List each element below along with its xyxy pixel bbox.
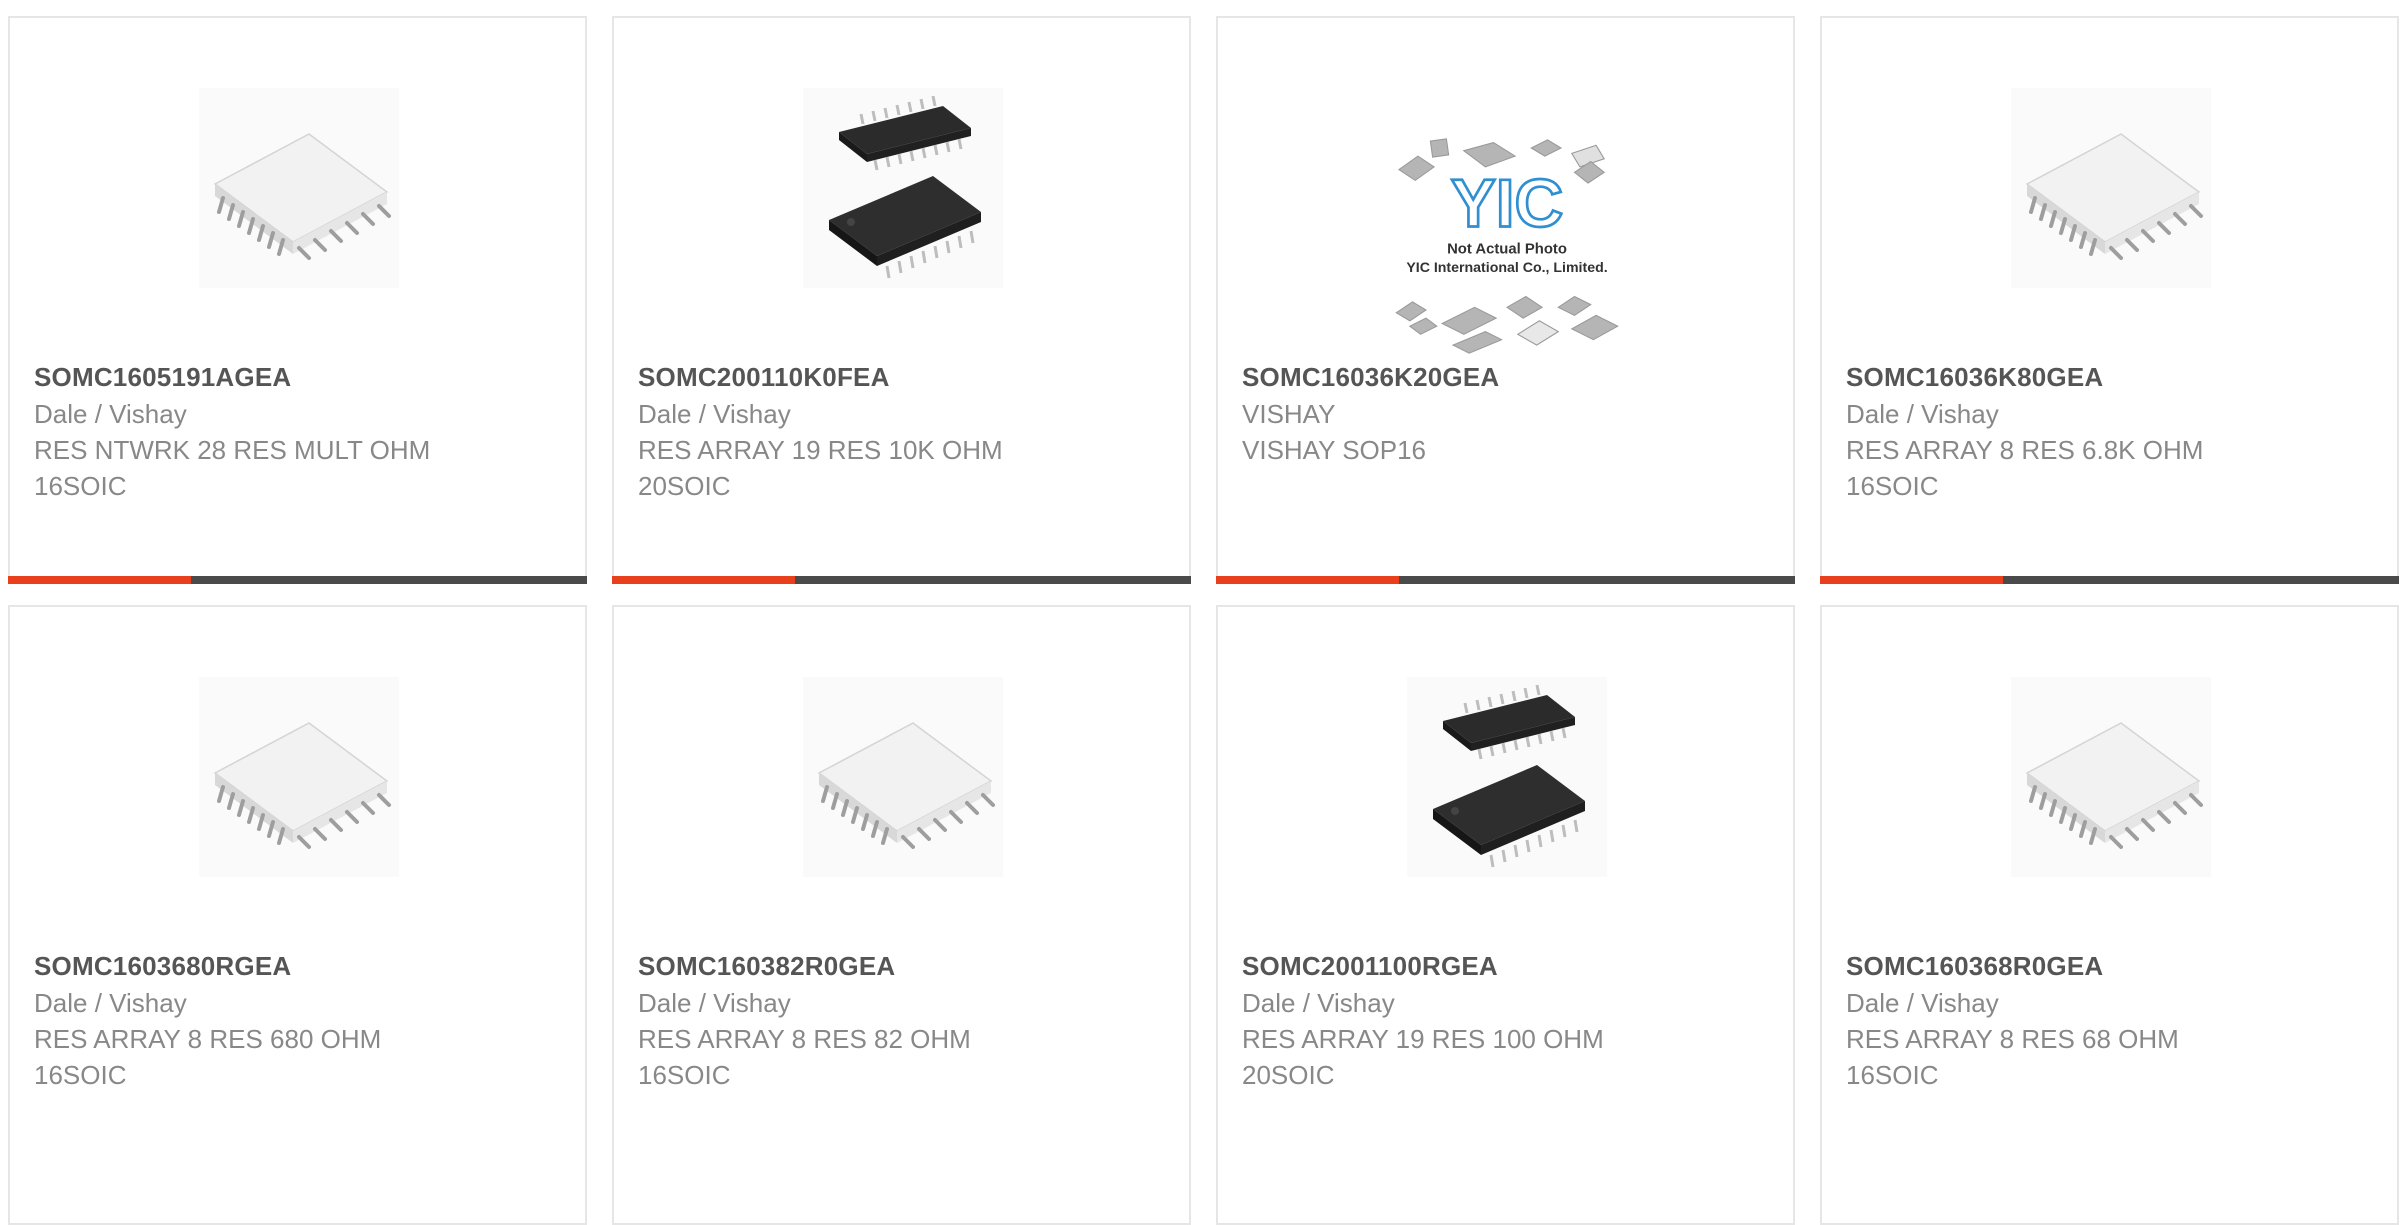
product-card[interactable]: SOMC16036K80GEA Dale / Vishay RES ARRAY … [1820, 16, 2399, 584]
manufacturer: Dale / Vishay [1846, 988, 1999, 1018]
product-card[interactable]: SOMC160382R0GEA Dale / Vishay RES ARRAY … [612, 605, 1191, 1225]
placeholder-caption-1: Not Actual Photo [1447, 241, 1567, 257]
manufacturer: Dale / Vishay [1846, 399, 1999, 429]
description: VISHAY SOP16 [1242, 435, 1427, 465]
product-card[interactable]: SOMC160368R0GEA Dale / Vishay RES ARRAY … [1820, 605, 2399, 1225]
card-bottom-bar [1216, 576, 1795, 584]
description: RES ARRAY 8 RES 6.8K OHM 16SOIC [1846, 435, 2204, 501]
placeholder-caption-2: YIC International Co., Limited. [1406, 260, 1607, 276]
part-number[interactable]: SOMC160382R0GEA [638, 947, 1165, 985]
yic-placeholder-icon: YIC Not Actual Photo YIC International C… [1395, 138, 1619, 354]
description: RES ARRAY 8 RES 680 OHM 16SOIC [34, 1024, 382, 1090]
card-bottom-bar [8, 576, 587, 584]
product-info: SOMC16036K80GEA Dale / Vishay RES ARRAY … [1846, 358, 2373, 504]
card-bar-accent [1216, 576, 1399, 584]
product-info: SOMC1605191AGEA Dale / Vishay RES NTWRK … [34, 358, 561, 504]
manufacturer: Dale / Vishay [638, 988, 791, 1018]
manufacturer: VISHAY [1242, 399, 1336, 429]
description: RES NTWRK 28 RES MULT OHM 16SOIC [34, 435, 431, 501]
product-card[interactable]: YIC Not Actual Photo YIC International C… [1216, 16, 1795, 584]
part-number[interactable]: SOMC2001100RGEA [1242, 947, 1769, 985]
card-bar-accent [612, 576, 795, 584]
product-info: SOMC160382R0GEA Dale / Vishay RES ARRAY … [638, 947, 1165, 1093]
card-bottom-bar [1820, 576, 2399, 584]
white-soic-chip-icon [199, 88, 399, 288]
description: RES ARRAY 19 RES 10K OHM 20SOIC [638, 435, 1003, 501]
product-info: SOMC16036K20GEA VISHAY VISHAY SOP16 [1242, 358, 1769, 468]
part-number[interactable]: SOMC200110K0FEA [638, 358, 1165, 396]
description: RES ARRAY 8 RES 82 OHM 16SOIC [638, 1024, 971, 1090]
product-info: SOMC160368R0GEA Dale / Vishay RES ARRAY … [1846, 947, 2373, 1093]
manufacturer: Dale / Vishay [638, 399, 791, 429]
description: RES ARRAY 8 RES 68 OHM 16SOIC [1846, 1024, 2179, 1090]
part-number[interactable]: SOMC160368R0GEA [1846, 947, 2373, 985]
manufacturer: Dale / Vishay [34, 399, 187, 429]
description: RES ARRAY 19 RES 100 OHM 20SOIC [1242, 1024, 1604, 1090]
product-card[interactable]: SOMC1605191AGEA Dale / Vishay RES NTWRK … [8, 16, 587, 584]
product-grid: SOMC1605191AGEA Dale / Vishay RES NTWRK … [8, 16, 2399, 1225]
product-card[interactable]: SOMC200110K0FEA Dale / Vishay RES ARRAY … [612, 16, 1191, 584]
white-soic-chip-icon [803, 677, 1003, 877]
card-bar-accent [1820, 576, 2003, 584]
product-info: SOMC2001100RGEA Dale / Vishay RES ARRAY … [1242, 947, 1769, 1093]
part-number[interactable]: SOMC1603680RGEA [34, 947, 561, 985]
card-bottom-bar [612, 576, 1191, 584]
part-number[interactable]: SOMC16036K20GEA [1242, 358, 1769, 396]
manufacturer: Dale / Vishay [1242, 988, 1395, 1018]
white-soic-chip-icon [2011, 88, 2211, 288]
product-info: SOMC1603680RGEA Dale / Vishay RES ARRAY … [34, 947, 561, 1093]
white-soic-chip-icon [2011, 677, 2211, 877]
part-number[interactable]: SOMC1605191AGEA [34, 358, 561, 396]
white-soic-chip-icon [199, 677, 399, 877]
manufacturer: Dale / Vishay [34, 988, 187, 1018]
black-soic-chip-pair-icon [803, 88, 1003, 288]
part-number[interactable]: SOMC16036K80GEA [1846, 358, 2373, 396]
card-bar-accent [8, 576, 191, 584]
product-info: SOMC200110K0FEA Dale / Vishay RES ARRAY … [638, 358, 1165, 504]
black-soic-chip-pair-icon [1407, 677, 1607, 877]
product-card[interactable]: SOMC2001100RGEA Dale / Vishay RES ARRAY … [1216, 605, 1795, 1225]
product-card[interactable]: SOMC1603680RGEA Dale / Vishay RES ARRAY … [8, 605, 587, 1225]
placeholder-logo: YIC [1451, 166, 1564, 241]
